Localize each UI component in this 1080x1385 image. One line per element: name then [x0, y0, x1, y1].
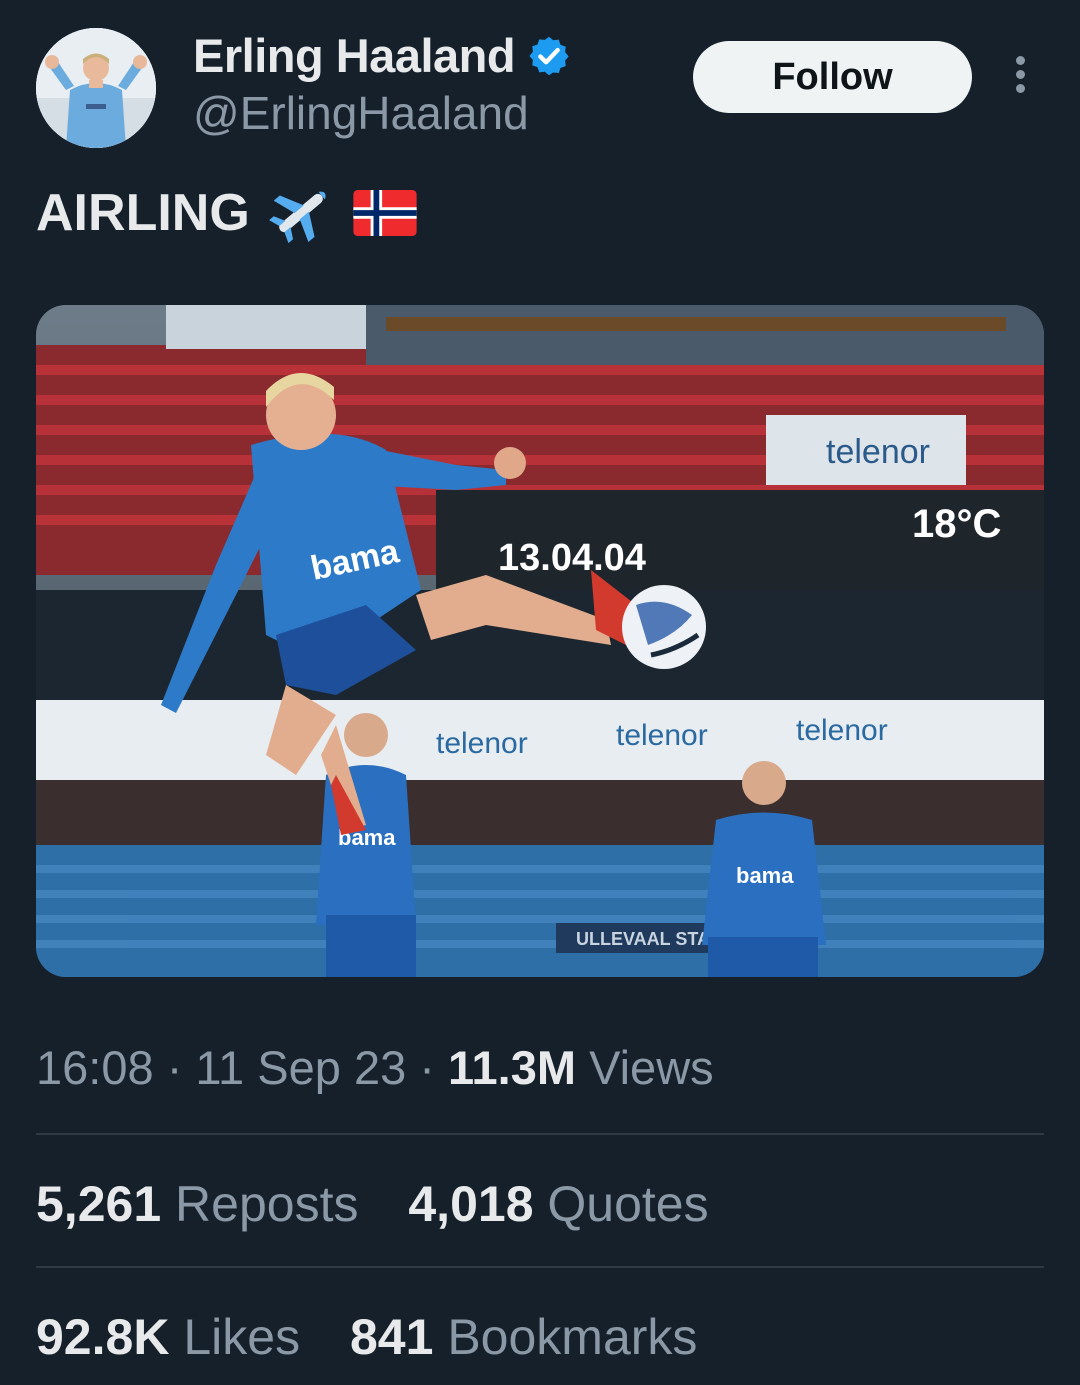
scoreboard-temperature: 18°C — [912, 502, 1001, 546]
tweet-header: Erling Haaland @ErlingHaaland Follow — [0, 0, 1080, 160]
tweet-time[interactable]: 16:08 — [36, 1041, 154, 1094]
tweet-text-content: AIRLING — [36, 183, 250, 243]
follow-button[interactable]: Follow — [693, 41, 972, 113]
tweet-date[interactable]: 11 Sep 23 — [195, 1041, 406, 1094]
quotes-stat[interactable]: 4,018 Quotes — [408, 1175, 708, 1233]
avatar[interactable] — [36, 28, 156, 148]
board-sponsor-2: telenor — [616, 719, 708, 752]
reposts-count: 5,261 — [36, 1176, 162, 1232]
divider — [36, 1133, 1044, 1135]
stats-row-reposts-quotes: 5,261 Reposts 4,018 Quotes — [36, 1175, 745, 1233]
tweet-meta: 16:08 · 11 Sep 23 · 11.3M Views — [36, 1040, 714, 1095]
meta-separator: · — [419, 1041, 435, 1094]
bookmarks-stat[interactable]: 841 Bookmarks — [350, 1308, 697, 1366]
airplane-icon — [268, 191, 326, 244]
shirt-sponsor-right: bama — [736, 863, 794, 888]
divider — [36, 1266, 1044, 1268]
norway-flag-icon — [353, 190, 417, 236]
meta-separator: · — [166, 1041, 183, 1094]
bookmarks-count: 841 — [349, 1309, 434, 1365]
tweet-text-smallcaps: LING — [125, 184, 250, 242]
likes-label: Likes — [183, 1309, 301, 1365]
name-row: Erling Haaland — [193, 28, 571, 83]
reposts-label: Reposts — [175, 1176, 359, 1232]
avatar-image — [36, 28, 156, 148]
views-label: Views — [589, 1041, 714, 1094]
more-vertical-icon[interactable] — [1008, 56, 1032, 98]
tweet-text-main: AIR — [36, 184, 126, 242]
quotes-count: 4,018 — [408, 1176, 534, 1232]
photo-football-player: telenor 13.04.04 18°C telenor telenor te… — [36, 305, 1044, 977]
board-sponsor-3: telenor — [796, 714, 888, 747]
views-count: 11.3M — [448, 1041, 577, 1094]
reposts-stat[interactable]: 5,261 Reposts — [36, 1175, 358, 1233]
likes-stat[interactable]: 92.8K Likes — [36, 1308, 300, 1366]
tweet-photo[interactable]: telenor 13.04.04 18°C telenor telenor te… — [36, 305, 1044, 977]
stats-row-likes-bookmarks: 92.8K Likes 841 Bookmarks — [36, 1308, 733, 1366]
display-name[interactable]: Erling Haaland — [193, 28, 516, 83]
likes-count: 92.8K — [36, 1309, 170, 1365]
user-handle[interactable]: @ErlingHaaland — [193, 86, 529, 140]
board-sponsor-1: telenor — [436, 727, 528, 760]
verified-badge-icon — [529, 36, 569, 75]
tweet-text: AIRLING — [36, 180, 418, 246]
stadium-sign: ULLEVAAL STA — [576, 929, 710, 949]
bookmarks-label: Bookmarks — [447, 1309, 698, 1365]
scoreboard-time: 13.04.04 — [498, 537, 646, 579]
board-sponsor-upper: telenor — [826, 433, 930, 471]
quotes-label: Quotes — [547, 1176, 709, 1232]
